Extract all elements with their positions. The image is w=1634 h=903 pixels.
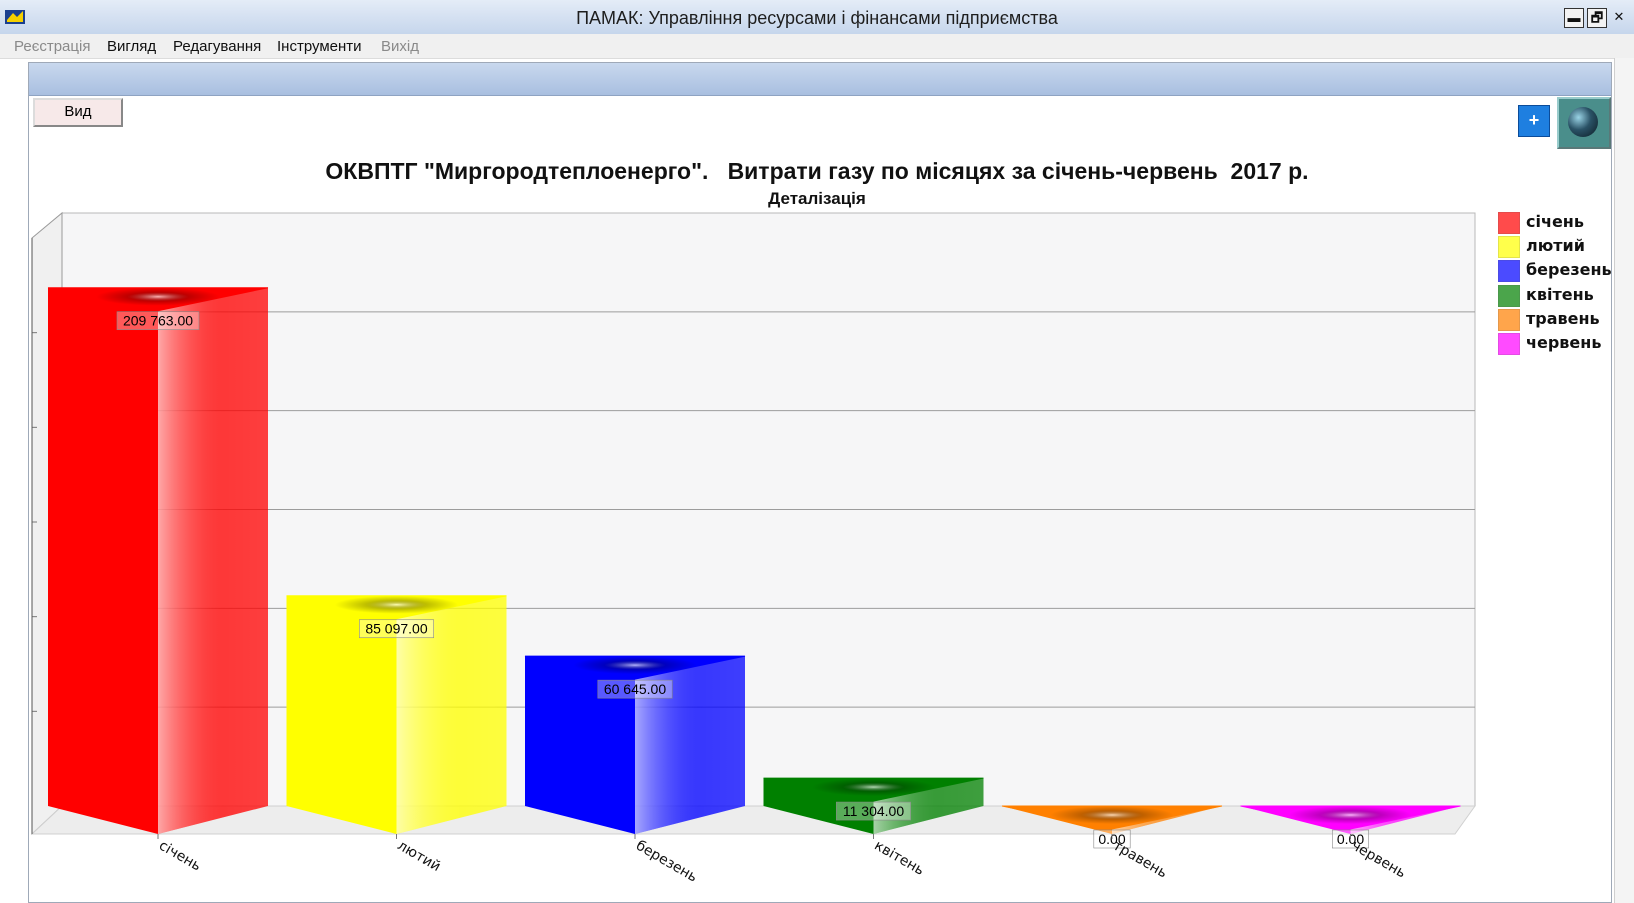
legend-swatch (1498, 260, 1520, 283)
bar-chart: 209 763.00 січень 85 097.00 лютий 60 645.00 б… (30, 211, 1476, 886)
legend-swatch (1498, 332, 1520, 355)
x-tick-label: березень (633, 838, 700, 886)
value-label: 11 304.00 (843, 803, 904, 819)
value-label: 60 645.00 (604, 681, 666, 697)
bar-top-shine (573, 656, 697, 675)
bar-left-face (48, 287, 158, 835)
legend-label: березень (1526, 260, 1612, 280)
x-tick-label: січень (156, 838, 204, 875)
legend-swatch (1498, 284, 1520, 307)
legend-swatch (1498, 236, 1520, 259)
legend-swatch (1498, 212, 1520, 234)
legend-label: січень (1526, 212, 1584, 231)
x-tick-label: лютий (395, 838, 444, 875)
chart-legend: січень лютий березень квітень травень червень (1498, 211, 1618, 356)
legend-label: травень (1526, 308, 1600, 328)
legend-swatch (1498, 308, 1520, 331)
legend-label: лютий (1526, 236, 1585, 256)
bar-top-shine (1050, 806, 1174, 824)
bar-top-shine (811, 778, 936, 797)
legend-item: травень (1498, 308, 1618, 332)
legend-item: червень (1498, 332, 1618, 356)
legend-item: лютий (1498, 235, 1618, 259)
value-label: 85 097.00 (365, 621, 427, 637)
bar-top-shine (1288, 806, 1413, 824)
x-tick-label: червень (1349, 838, 1409, 882)
legend-label: квітень (1526, 284, 1594, 304)
legend-item: січень (1498, 211, 1618, 235)
value-label: 209 763.00 (123, 313, 193, 329)
bar-right-highlight (158, 287, 268, 835)
bar-top-shine (334, 595, 459, 614)
bar-top-shine (96, 287, 220, 306)
legend-item: квітень (1498, 284, 1618, 308)
x-tick-label: травень (1110, 838, 1170, 882)
legend-item: березень (1498, 259, 1618, 283)
x-tick-label: квітень (872, 838, 927, 879)
legend-label: червень (1526, 332, 1602, 352)
